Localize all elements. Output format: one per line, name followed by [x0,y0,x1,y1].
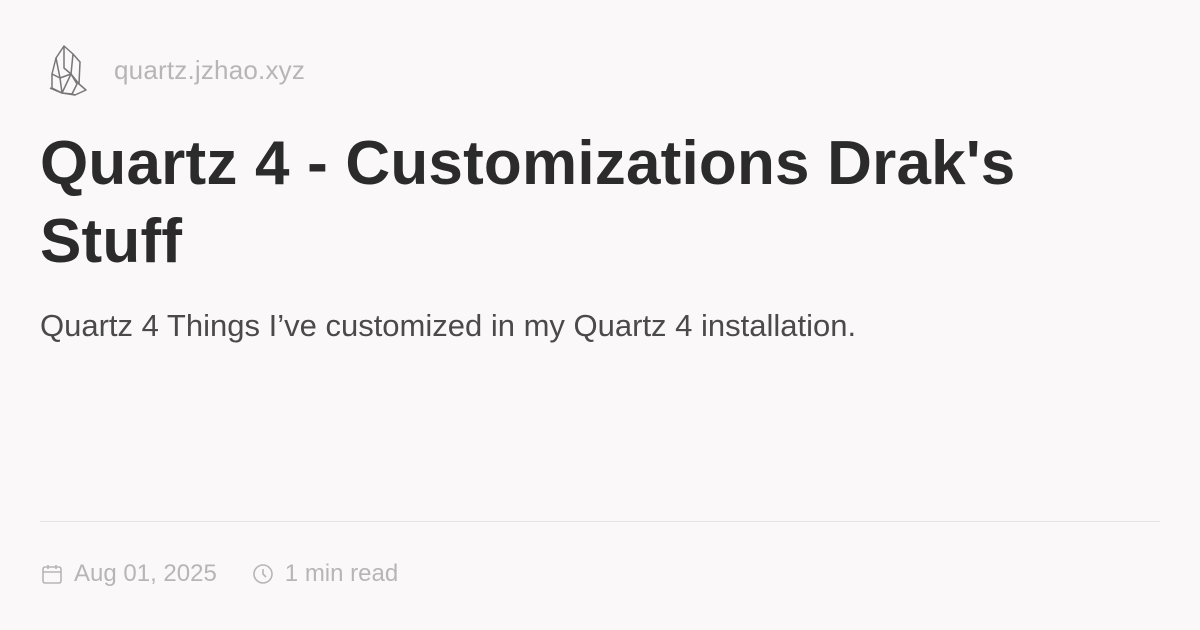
article-title: Quartz 4 - Customizations Drak's Stuff [40,129,1016,276]
publish-date: Aug 01, 2025 [40,560,217,588]
site-header: quartz.jzhao.xyz [44,40,305,100]
crystal-quartz-icon[interactable] [44,40,90,100]
calendar-icon [40,562,64,586]
read-time-text: 1 min read [284,560,399,587]
article-description: Quartz 4 Things I’ve customized in my Qu… [40,308,857,343]
read-time: 1 min read [251,560,398,588]
footer-divider [40,521,1160,522]
site-url[interactable]: quartz.jzhao.xyz [114,55,305,86]
clock-icon [251,562,275,586]
publish-date-text: Aug 01, 2025 [74,560,217,587]
article-meta: Aug 01, 2025 1 min read [40,555,432,593]
